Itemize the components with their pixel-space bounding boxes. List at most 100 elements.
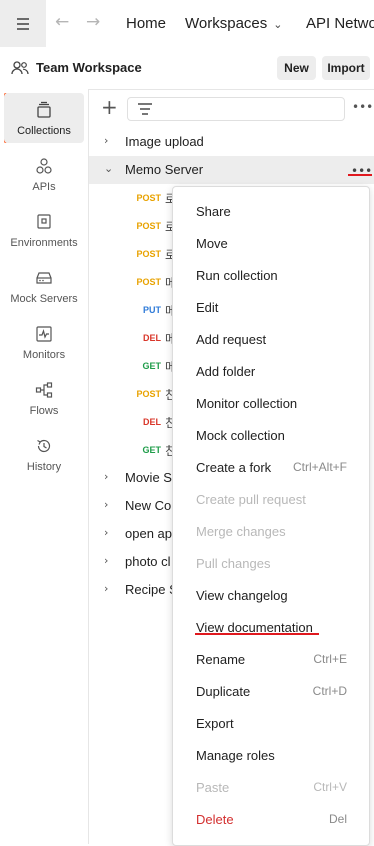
collections-icon bbox=[37, 101, 51, 118]
menu-button[interactable] bbox=[0, 0, 46, 47]
workspaces-menu[interactable]: Workspaces ⌄ bbox=[185, 15, 282, 32]
request-row[interactable]: GET 친 bbox=[89, 436, 173, 464]
menu-item-label: Create pull request bbox=[196, 492, 306, 507]
menu-item-shortcut: Ctrl+D bbox=[312, 684, 347, 698]
menu-item-label: Duplicate bbox=[196, 684, 251, 699]
collection-row[interactable]: › open ap bbox=[89, 520, 173, 548]
menu-item-label: Rename bbox=[196, 652, 246, 667]
sidebar-item-history[interactable]: History bbox=[4, 429, 84, 479]
chevron-right-icon: › bbox=[104, 582, 109, 595]
request-method: PUT bbox=[143, 305, 161, 315]
apis-icon bbox=[36, 158, 52, 174]
menu-item-export[interactable]: Export bbox=[173, 707, 369, 739]
import-button[interactable]: Import bbox=[322, 56, 370, 80]
chevron-right-icon: › bbox=[104, 554, 109, 567]
collection-row[interactable]: › photo cl bbox=[89, 548, 173, 576]
chevron-right-icon: › bbox=[104, 134, 109, 147]
request-row[interactable]: DEL 친 bbox=[89, 408, 173, 436]
menu-item-rename[interactable]: Rename Ctrl+E bbox=[173, 643, 369, 675]
sidebar-item-environments[interactable]: Environments bbox=[4, 205, 84, 255]
menu-item-edit[interactable]: Edit bbox=[173, 291, 369, 323]
sidebar-item-label: Flows bbox=[29, 405, 59, 417]
request-row[interactable]: POST 로 bbox=[89, 184, 173, 212]
collection-row[interactable]: › Image upload bbox=[89, 128, 374, 156]
forward-arrow-icon[interactable]: → bbox=[86, 12, 100, 32]
sidebar-item-collections[interactable]: Collections bbox=[4, 93, 84, 143]
menu-item-view-changelog[interactable]: View changelog bbox=[173, 579, 369, 611]
sidebar-item-monitors[interactable]: Monitors bbox=[4, 317, 84, 367]
collection-row[interactable]: › New Co bbox=[89, 492, 173, 520]
add-collection-icon[interactable]: + bbox=[101, 95, 118, 119]
request-row[interactable]: POST 로 bbox=[89, 212, 173, 240]
workspaces-label: Workspaces bbox=[185, 15, 268, 32]
more-options-icon[interactable]: ••• bbox=[352, 100, 373, 114]
menu-item-create-pull-request: Create pull request bbox=[173, 483, 369, 515]
chevron-right-icon: › bbox=[104, 498, 109, 511]
back-arrow-icon[interactable]: ← bbox=[55, 12, 69, 32]
chevron-down-icon: ⌄ bbox=[104, 162, 114, 175]
collection-name: open ap bbox=[125, 526, 172, 541]
menu-item-view-documentation[interactable]: View documentation bbox=[173, 611, 369, 643]
collection-name: Image upload bbox=[125, 134, 204, 149]
api-network-link[interactable]: API Network bbox=[306, 15, 374, 32]
collection-row-selected[interactable]: ⌄ Memo Server ••• bbox=[89, 156, 374, 184]
menu-item-label: Delete bbox=[196, 812, 234, 827]
request-method: POST bbox=[136, 193, 161, 203]
menu-item-shortcut: Ctrl+V bbox=[313, 780, 347, 794]
request-row[interactable]: GET 메 bbox=[89, 352, 173, 380]
menu-item-paste: Paste Ctrl+V bbox=[173, 771, 369, 803]
request-row[interactable]: POST 로 bbox=[89, 240, 173, 268]
filter-icon bbox=[138, 103, 152, 115]
environments-icon bbox=[37, 214, 51, 229]
menu-item-label: Add request bbox=[196, 332, 267, 347]
request-row[interactable]: DEL 메 bbox=[89, 324, 173, 352]
menu-item-duplicate[interactable]: Duplicate Ctrl+D bbox=[173, 675, 369, 707]
menu-item-label: Run collection bbox=[196, 268, 278, 283]
menu-item-share[interactable]: Share bbox=[173, 195, 369, 227]
menu-item-label: Merge changes bbox=[196, 524, 286, 539]
sidebar-item-apis[interactable]: APIs bbox=[4, 149, 84, 199]
chevron-down-icon: ⌄ bbox=[273, 18, 283, 31]
menu-item-delete[interactable]: Delete Del bbox=[173, 803, 369, 835]
sidebar-item-label: Monitors bbox=[22, 349, 66, 361]
request-method: POST bbox=[136, 277, 161, 287]
menu-item-add-request[interactable]: Add request bbox=[173, 323, 369, 355]
history-icon bbox=[37, 439, 51, 453]
menu-item-create-a-fork[interactable]: Create a fork Ctrl+Alt+F bbox=[173, 451, 369, 483]
context-menu: Share Move Run collection Edit Add request Ad… bbox=[172, 186, 370, 846]
menu-item-pull-changes: Pull changes bbox=[173, 547, 369, 579]
menu-item-label: Edit bbox=[196, 300, 219, 315]
menu-item-label: Manage roles bbox=[196, 748, 275, 763]
menu-item-add-folder[interactable]: Add folder bbox=[173, 355, 369, 387]
menu-item-move[interactable]: Move bbox=[173, 227, 369, 259]
menu-item-label: Paste bbox=[196, 780, 230, 795]
mock-servers-icon bbox=[36, 272, 52, 284]
request-row[interactable]: PUT 메 bbox=[89, 296, 173, 324]
menu-item-shortcut: Ctrl+Alt+F bbox=[292, 460, 347, 474]
menu-item-monitor-collection[interactable]: Monitor collection bbox=[173, 387, 369, 419]
menu-item-run-collection[interactable]: Run collection bbox=[173, 259, 369, 291]
request-row[interactable]: POST 친 bbox=[89, 380, 173, 408]
annotation-underline bbox=[348, 174, 372, 176]
collection-name: Recipe S bbox=[125, 582, 173, 597]
request-row[interactable]: POST 메 bbox=[89, 268, 173, 296]
chevron-right-icon: › bbox=[104, 526, 109, 539]
menu-item-manage-roles[interactable]: Manage roles bbox=[173, 739, 369, 771]
workspace-title: Team Workspace bbox=[36, 60, 142, 75]
sidebar-item-label: Environments bbox=[10, 237, 78, 249]
menu-item-label: Create a fork bbox=[196, 460, 272, 475]
filter-input[interactable] bbox=[127, 97, 345, 121]
request-method: GET bbox=[142, 361, 161, 371]
menu-item-label: Add folder bbox=[196, 364, 256, 379]
collection-row[interactable]: › Recipe S bbox=[89, 576, 173, 604]
menu-item-label: Export bbox=[196, 716, 234, 731]
sidebar-item-label: History bbox=[26, 461, 62, 473]
new-button[interactable]: New bbox=[277, 56, 316, 80]
collection-name: Movie S bbox=[125, 470, 172, 485]
sidebar-item-mock-servers[interactable]: Mock Servers bbox=[4, 261, 84, 311]
home-link[interactable]: Home bbox=[126, 15, 166, 32]
menu-item-merge-changes: Merge changes bbox=[173, 515, 369, 547]
menu-item-mock-collection[interactable]: Mock collection bbox=[173, 419, 369, 451]
collection-row[interactable]: › Movie S bbox=[89, 464, 173, 492]
sidebar-item-flows[interactable]: Flows bbox=[4, 373, 84, 423]
